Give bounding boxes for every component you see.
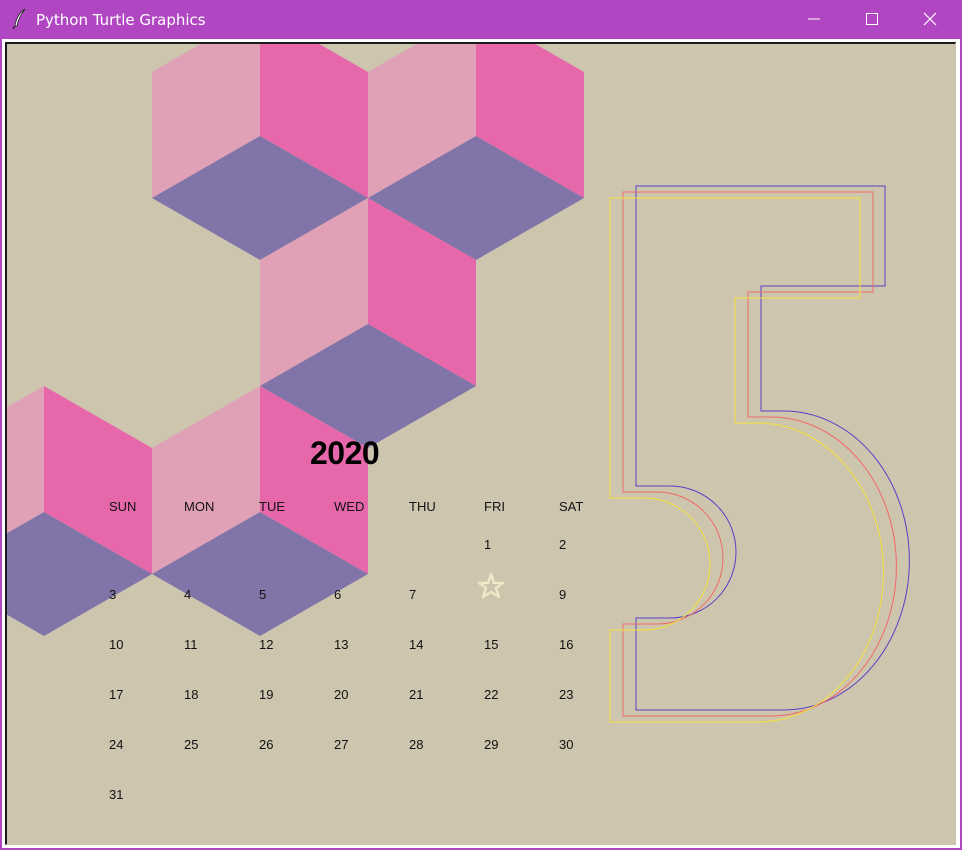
close-button[interactable] [907,0,953,39]
calendar-day: 6 [334,587,342,602]
weekday-sun: SUN [109,499,137,514]
client-area: 2020 SUN MON TUE WED THU FRI SAT 1234567… [2,39,960,848]
calendar-day: 22 [484,687,499,702]
calendar-day: 29 [484,737,499,752]
calendar-day: 25 [184,737,199,752]
calendar-day: 30 [559,737,574,752]
calendar-day: 23 [559,687,574,702]
calendar-day: 5 [259,587,267,602]
calendar-day: 10 [109,637,124,652]
canvas-drawing [7,44,910,723]
calendar-day: 13 [334,637,349,652]
weekday-tue: TUE [259,499,285,514]
calendar-day: 27 [334,737,349,752]
window-title: Python Turtle Graphics [36,11,206,29]
feather-icon [11,8,29,30]
calendar-day: 4 [184,587,192,602]
turtle-window: Python Turtle Graphics 2020 SUN MON TUE … [0,0,962,850]
star-icon [477,572,505,600]
weekday-thu: THU [409,499,436,514]
weekday-wed: WED [334,499,365,514]
calendar-day: 15 [484,637,499,652]
calendar-day: 28 [409,737,424,752]
calendar-day: 24 [109,737,124,752]
numeral-five-outline [609,185,910,723]
calendar-day: 3 [109,587,117,602]
calendar-year: 2020 [310,435,380,471]
minimize-button[interactable] [791,0,837,39]
calendar-day: 2 [559,537,567,552]
calendar-day: 11 [184,637,198,652]
calendar-day: 14 [409,637,424,652]
calendar-day: 12 [259,637,274,652]
calendar-day: 20 [334,687,349,702]
calendar-day: 16 [559,637,574,652]
calendar-day: 9 [559,587,567,602]
calendar-day: 7 [409,587,417,602]
calendar-day: 17 [109,687,124,702]
close-icon [923,12,937,26]
weekday-sat: SAT [559,499,584,514]
calendar-day: 26 [259,737,274,752]
turtle-canvas[interactable]: 2020 SUN MON TUE WED THU FRI SAT 1234567… [7,44,956,845]
maximize-icon [866,13,878,25]
weekday-fri: FRI [484,499,505,514]
title-bar[interactable]: Python Turtle Graphics [0,0,962,39]
calendar-day: 19 [259,687,274,702]
weekday-mon: MON [184,499,215,514]
calendar-day: 18 [184,687,199,702]
calendar-day: 31 [109,787,124,802]
minimize-icon [808,18,820,20]
maximize-button[interactable] [849,0,895,39]
calendar-day: 21 [409,687,424,702]
calendar-day: 1 [484,537,492,552]
